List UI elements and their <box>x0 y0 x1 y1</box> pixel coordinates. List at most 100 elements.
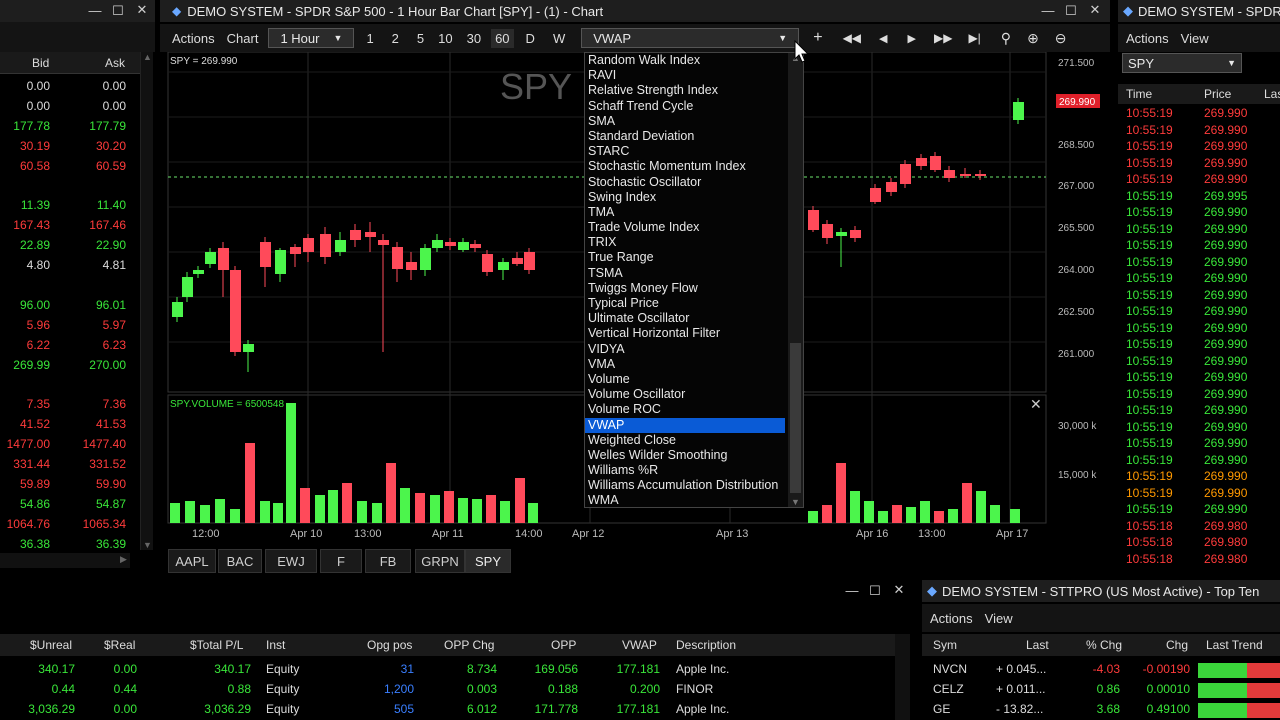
indicator-option[interactable]: Williams Accumulation Distribution <box>585 478 785 493</box>
interval-btn-5[interactable]: 5 <box>417 31 424 46</box>
indicator-option[interactable]: Random Walk Index <box>585 53 785 68</box>
scroll-down-icon[interactable]: ▼ <box>791 497 800 507</box>
positions-column-header[interactable]: VWAP <box>622 638 657 652</box>
indicator-option[interactable]: VIDYA <box>585 342 785 357</box>
skip-end-icon[interactable]: ▶| <box>968 31 980 45</box>
menu-view[interactable]: View <box>985 611 1013 626</box>
menu-view[interactable]: View <box>1181 31 1209 46</box>
skip-back-icon[interactable]: ◀◀ <box>843 31 861 45</box>
indicator-option[interactable]: Typical Price <box>585 296 785 311</box>
ask-header[interactable]: Ask <box>105 56 125 70</box>
quote-row[interactable]: 30.19 30.20 <box>0 137 140 157</box>
indicator-option[interactable]: Swing Index <box>585 190 785 205</box>
minimize-icon[interactable]: — <box>840 583 864 598</box>
quote-row[interactable]: 5.96 5.97 <box>0 316 140 336</box>
time-header[interactable]: Time <box>1126 87 1152 101</box>
indicator-option[interactable]: TMA <box>585 205 785 220</box>
topten-column-header[interactable]: Last Trend <box>1206 638 1263 652</box>
indicator-option[interactable]: Volume ROC <box>585 402 785 417</box>
chart-maximize-icon[interactable]: ☐ <box>1059 3 1083 19</box>
scroll-right-icon[interactable]: ▶ <box>120 554 127 565</box>
left-vertical-scrollbar[interactable]: ▲ ▼ <box>140 52 153 550</box>
quote-row[interactable]: 4.80 4.81 <box>0 256 140 276</box>
indicator-option[interactable]: Williams %R <box>585 463 785 478</box>
positions-column-header[interactable]: OPP Chg <box>444 638 494 652</box>
crosshair-icon[interactable]: + <box>813 29 822 47</box>
zoom-out-icon[interactable]: ⊖ <box>1055 30 1067 47</box>
quote-row[interactable]: 177.78 177.79 <box>0 117 140 137</box>
indicator-option[interactable]: Stochastic Momentum Index <box>585 159 785 174</box>
quote-row[interactable]: 41.52 41.53 <box>0 415 140 435</box>
chart-minimize-icon[interactable]: — <box>1036 3 1060 18</box>
symbol-tab[interactable]: SPY <box>465 549 511 573</box>
maximize-icon[interactable]: ☐ <box>106 3 130 19</box>
menu-actions[interactable]: Actions <box>172 31 215 46</box>
indicator-option[interactable]: RAVI <box>585 68 785 83</box>
price-header[interactable]: Price <box>1204 87 1231 101</box>
step-back-icon[interactable]: ◀ <box>879 32 887 45</box>
indicator-option[interactable]: Schaff Trend Cycle <box>585 99 785 114</box>
interval-btn-10[interactable]: 10 <box>438 31 452 46</box>
symbol-tab[interactable]: AAPL <box>168 549 216 573</box>
quote-row[interactable]: 167.43 167.46 <box>0 216 140 236</box>
quote-row[interactable]: 0.00 0.00 <box>0 97 140 117</box>
quote-row[interactable]: 331.44 331.52 <box>0 455 140 475</box>
interval-btn-30[interactable]: 30 <box>467 31 481 46</box>
scroll-up-icon[interactable]: ▲ <box>143 52 152 62</box>
indicator-option[interactable]: Volume Oscillator <box>585 387 785 402</box>
indicator-option[interactable]: Twiggs Money Flow <box>585 281 785 296</box>
quote-row[interactable] <box>0 177 140 197</box>
left-horizontal-scrollbar[interactable]: ▶ <box>0 553 130 568</box>
positions-column-header[interactable]: $Real <box>104 638 135 652</box>
close-pane-icon[interactable]: ✕ <box>1030 396 1042 413</box>
step-forward-icon[interactable]: ▶ <box>908 32 916 45</box>
indicator-option[interactable]: Weighted Close <box>585 433 785 448</box>
indicator-select[interactable]: VWAP ▼ <box>581 28 800 48</box>
indicator-option[interactable]: Standard Deviation <box>585 129 785 144</box>
indicator-option[interactable]: Volume <box>585 372 785 387</box>
positions-column-header[interactable]: $Unreal <box>30 638 72 652</box>
indicator-option[interactable]: Vertical Horizontal Filter <box>585 326 785 341</box>
indicator-dropdown-list[interactable]: Random Walk Index RAVI Relative Strength I… <box>584 52 804 508</box>
quote-row[interactable]: 36.38 36.39 <box>0 535 140 555</box>
symbol-select[interactable]: SPY ▼ <box>1122 53 1242 73</box>
interval-btn-60[interactable]: 60 <box>491 28 514 48</box>
menu-actions[interactable]: Actions <box>930 611 973 626</box>
quote-row[interactable]: 59.89 59.90 <box>0 475 140 495</box>
quote-row[interactable] <box>0 376 140 396</box>
minimize-icon[interactable]: — <box>83 3 107 18</box>
indicator-option[interactable]: True Range <box>585 250 785 265</box>
indicator-option[interactable]: STARC <box>585 144 785 159</box>
indicator-option[interactable]: Welles Wilder Smoothing <box>585 448 785 463</box>
topten-column-header[interactable]: Chg <box>1166 638 1188 652</box>
menu-actions[interactable]: Actions <box>1126 31 1169 46</box>
positions-column-header[interactable]: Opg pos <box>367 638 412 652</box>
quote-row[interactable] <box>0 276 140 296</box>
indicator-option[interactable]: WMA <box>585 493 785 507</box>
interval-btn-1[interactable]: 1 <box>366 31 373 46</box>
indicator-option[interactable]: TSMA <box>585 266 785 281</box>
quote-row[interactable]: 6.22 6.23 <box>0 336 140 356</box>
indicator-option[interactable]: Relative Strength Index <box>585 83 785 98</box>
scroll-thumb[interactable] <box>790 343 801 493</box>
positions-column-header[interactable]: $Total P/L <box>190 638 243 652</box>
quote-row[interactable]: 54.86 54.87 <box>0 495 140 515</box>
interval-btn-d[interactable]: D <box>526 31 535 46</box>
last-header[interactable]: Las <box>1264 87 1280 101</box>
scroll-down-icon[interactable]: ▼ <box>143 540 152 550</box>
indicator-option[interactable]: VMA <box>585 357 785 372</box>
close-icon[interactable]: ✕ <box>887 582 911 598</box>
menu-chart[interactable]: Chart <box>227 31 259 46</box>
quote-row[interactable]: 269.99 270.00 <box>0 356 140 376</box>
positions-column-header[interactable]: Inst <box>266 638 285 652</box>
indicator-option[interactable]: Stochastic Oscillator <box>585 175 785 190</box>
topten-column-header[interactable]: Last <box>1026 638 1049 652</box>
search-icon[interactable]: ⚲ <box>1001 30 1011 47</box>
chart-close-icon[interactable]: ✕ <box>1083 2 1107 18</box>
positions-scrollbar[interactable] <box>895 634 910 720</box>
quote-row[interactable]: 11.39 11.40 <box>0 196 140 216</box>
maximize-icon[interactable]: ☐ <box>863 583 887 599</box>
symbol-tab[interactable]: BAC <box>218 549 262 573</box>
quote-row[interactable]: 0.00 0.00 <box>0 77 140 97</box>
interval-btn-w[interactable]: W <box>553 31 565 46</box>
